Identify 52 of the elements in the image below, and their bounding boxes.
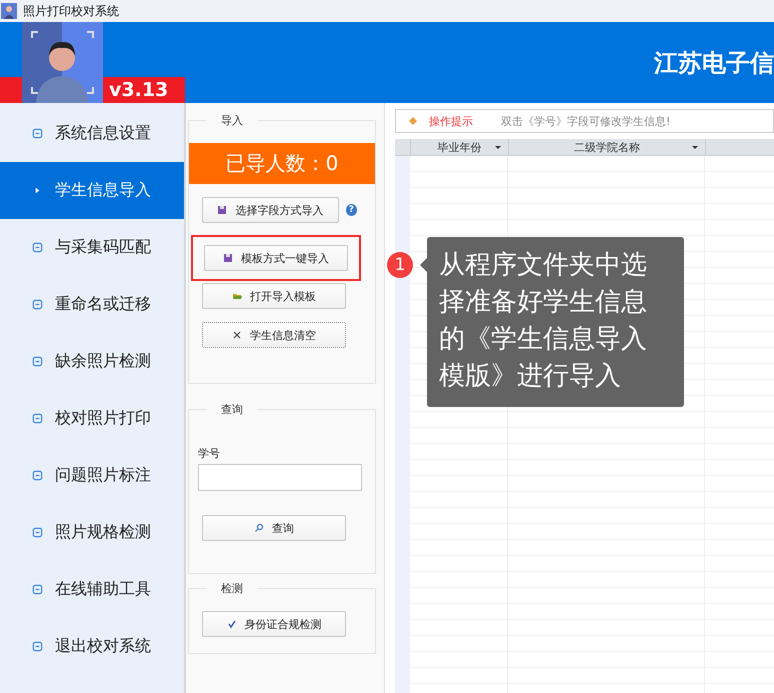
check-icon [226, 619, 236, 629]
column-header[interactable]: 毕业年份 [410, 139, 508, 155]
menu-icon [32, 527, 43, 538]
folder-icon [232, 291, 242, 301]
app-title: 江苏电子信 [654, 48, 774, 78]
menu-icon [32, 356, 43, 367]
dropdown-icon[interactable] [691, 144, 699, 150]
import-button[interactable]: 学生信息清空 [202, 322, 346, 348]
sidebar-item[interactable]: 校对照片打印 [0, 390, 184, 447]
menu-icon [32, 641, 43, 652]
column-header[interactable]: 二级学院名称 [508, 139, 705, 155]
group-legend: 导入 [207, 113, 257, 128]
query-button[interactable]: 查询 [202, 515, 346, 541]
sidebar-item[interactable]: 退出校对系统 [0, 618, 184, 675]
sidebar-item[interactable]: 系统信息设置 [0, 105, 184, 162]
sidebar-item[interactable]: 学生信息导入 [0, 162, 184, 219]
close-icon [232, 330, 242, 340]
import-count-banner: 已导人数：0 [189, 143, 375, 184]
menu-icon [32, 470, 43, 481]
sidebar-item[interactable]: 问题照片标注 [0, 447, 184, 504]
sidebar-item[interactable]: 照片规格检测 [0, 504, 184, 561]
menu-icon [32, 128, 43, 139]
version-label: v3.13 [109, 78, 168, 103]
group-legend: 检测 [207, 581, 257, 596]
sidebar-item[interactable]: 在线辅助工具 [0, 561, 184, 618]
import-button[interactable]: 选择字段方式导入 [202, 197, 339, 223]
id-check-button[interactable]: 身份证合规检测 [202, 611, 346, 637]
callout-tooltip: 从程序文件夹中选择准备好学生信息的《学生信息导入模版》进行导入 [427, 237, 684, 407]
diamond-icon [409, 117, 417, 125]
menu-icon [32, 584, 43, 595]
import-button[interactable]: 模板方式一键导入 [204, 245, 348, 271]
floppy-icon [217, 205, 228, 215]
menu-icon [32, 242, 43, 253]
dropdown-icon[interactable] [494, 144, 502, 150]
hint-text: 双击《学号》字段可修改学生信息! [501, 114, 670, 128]
window-title: 照片打印校对系统 [23, 2, 119, 20]
menu-icon [32, 299, 43, 310]
hint-label: 操作提示 [429, 114, 473, 128]
sidebar-item[interactable]: 缺余照片检测 [0, 333, 184, 390]
app-icon [1, 3, 17, 19]
student-id-input[interactable] [198, 464, 362, 491]
floppy-icon [223, 253, 233, 263]
callout-pointer [420, 258, 427, 272]
menu-icon [32, 413, 43, 424]
sidebar-item[interactable]: 重命名或迁移 [0, 276, 184, 333]
help-button[interactable]: ? [346, 204, 357, 216]
import-button[interactable]: 打开导入模板 [202, 283, 346, 309]
field-label: 学号 [198, 446, 221, 461]
search-icon [254, 523, 264, 533]
step-number-badge: 1 [387, 252, 413, 278]
sidebar-item[interactable]: 与采集码匹配 [0, 219, 184, 276]
group-legend: 查询 [207, 402, 257, 417]
